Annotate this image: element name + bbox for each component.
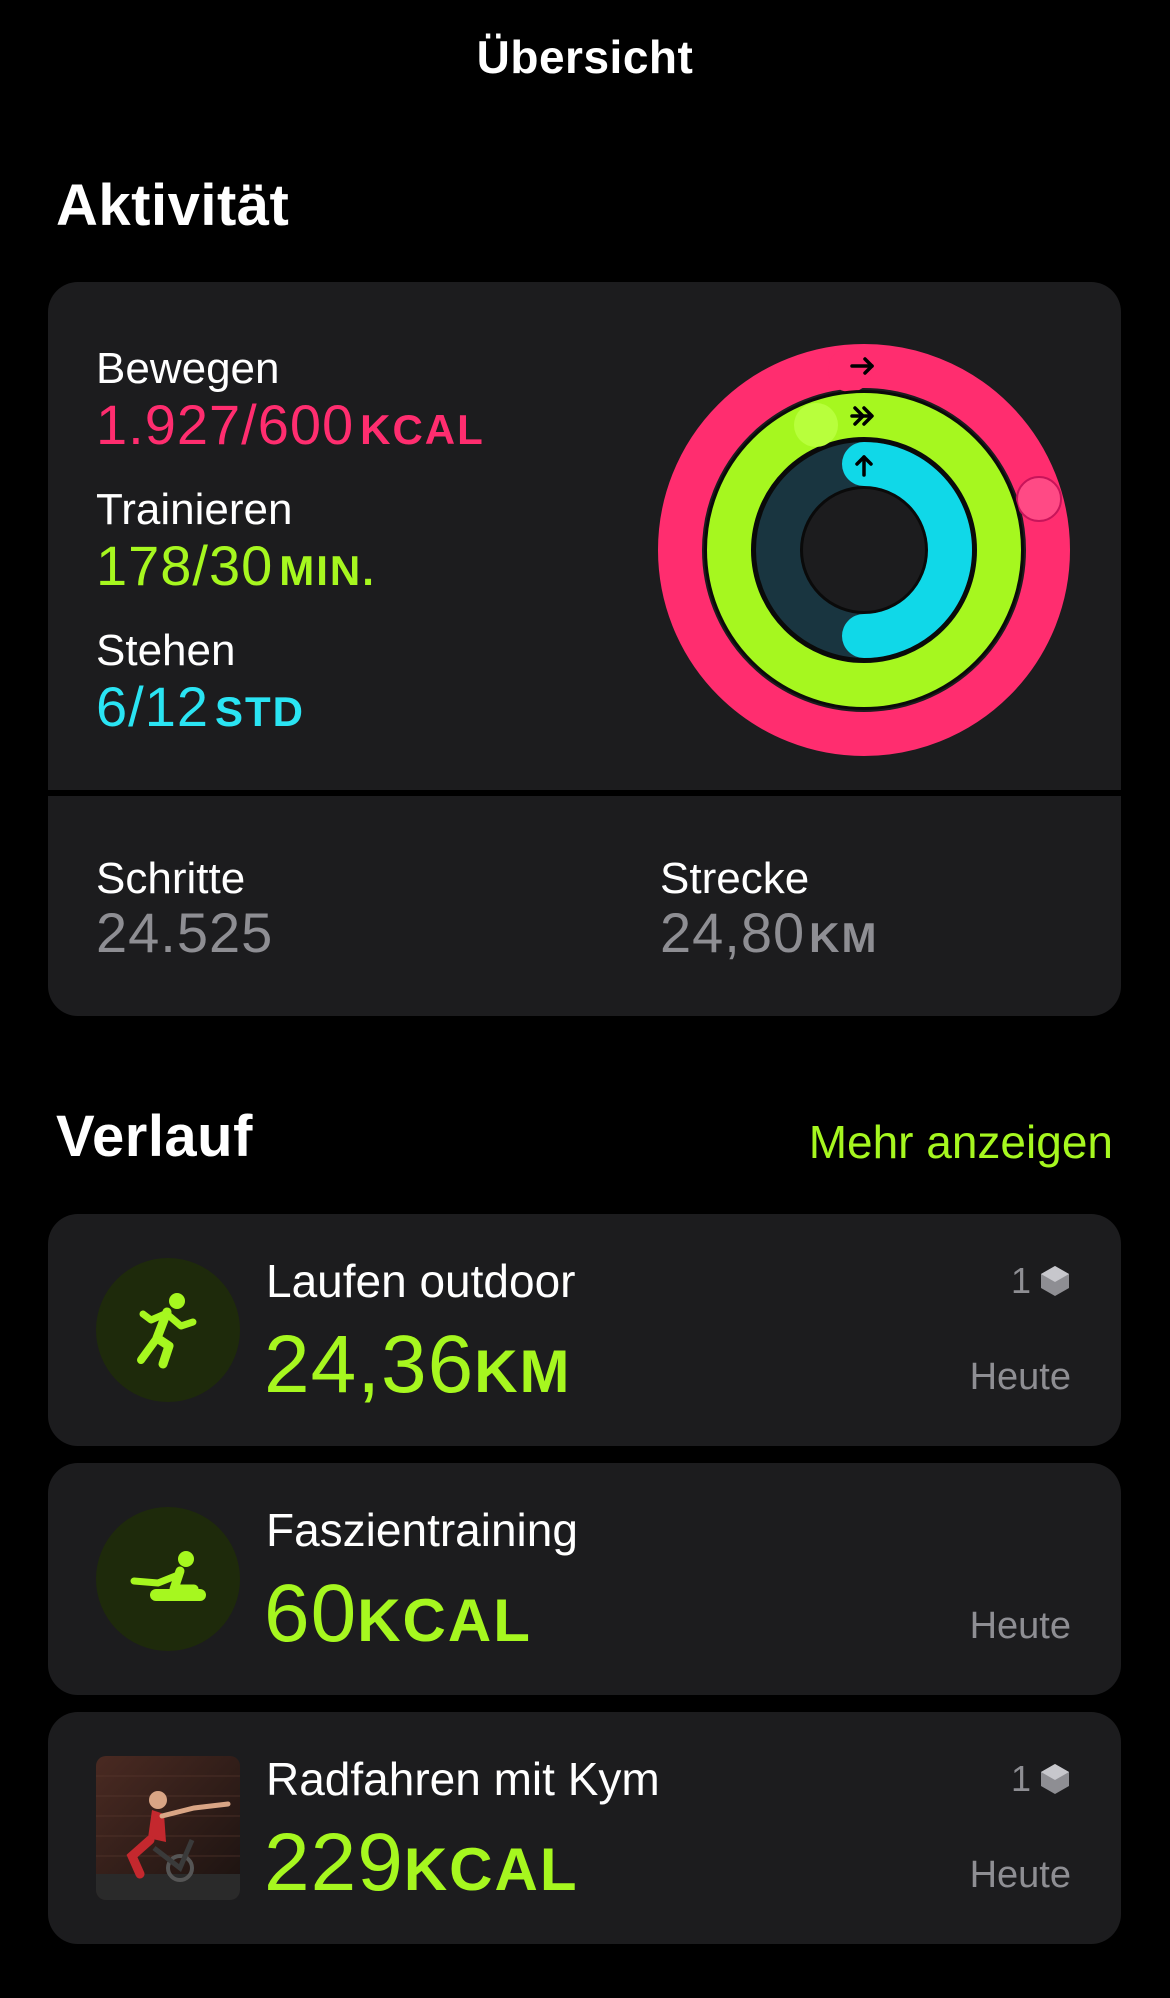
workout-item-running[interactable]: Laufen outdoor 24,36KM 1 Heute <box>48 1214 1121 1446</box>
stand-value-number: 6/12 <box>96 675 209 738</box>
workout-date: Heute <box>969 1854 1071 1896</box>
workout-value-unit: KCAL <box>403 1836 579 1903</box>
workout-value-unit: KM <box>474 1338 572 1405</box>
activity-card[interactable]: Bewegen 1.927/600 KCAL Trainieren 178/30 M… <box>48 282 1121 1016</box>
workout-value-unit: KCAL <box>357 1587 532 1654</box>
workout-value: 229KCAL <box>264 1816 578 1910</box>
workout-value-number: 60 <box>264 1568 358 1659</box>
activity-section-title: Aktivität <box>56 173 290 238</box>
card-divider <box>48 790 1121 796</box>
running-icon <box>96 1258 240 1402</box>
workout-name: Laufen outdoor <box>266 1255 576 1307</box>
achievement-hexagon-icon <box>1041 1266 1069 1296</box>
stand-value-unit: STD <box>215 688 305 735</box>
move-value-unit: KCAL <box>360 406 485 453</box>
workout-item-fascia[interactable]: Faszientraining 60KCAL Heute <box>48 1463 1121 1695</box>
workout-name: Radfahren mit Kym <box>266 1753 660 1805</box>
move-value-number: 1.927/600 <box>96 393 355 456</box>
move-label: Bewegen <box>96 344 280 393</box>
show-more-link[interactable]: Mehr anzeigen <box>809 1115 1113 1169</box>
workout-value: 60KCAL <box>264 1567 532 1661</box>
workout-date: Heute <box>969 1605 1071 1647</box>
workout-value-number: 24,36 <box>264 1319 475 1410</box>
fascia-training-icon <box>96 1507 240 1651</box>
move-ring-end <box>1016 476 1062 522</box>
move-ring-overlap <box>828 348 872 392</box>
workout-value: 24,36KM <box>264 1318 572 1412</box>
exercise-value-unit: MIN. <box>279 547 376 594</box>
distance-value: 24,80KM <box>660 900 878 965</box>
steps-label: Schritte <box>96 854 246 903</box>
cycling-thumbnail <box>96 1756 240 1900</box>
activity-rings <box>658 344 1070 756</box>
exercise-value-number: 178/30 <box>96 534 274 597</box>
distance-value-unit: KM <box>809 914 879 961</box>
workout-item-cycling[interactable]: Radfahren mit Kym 229KCAL 1 Heute <box>48 1712 1121 1944</box>
workout-name: Faszientraining <box>266 1504 578 1556</box>
history-section-title: Verlauf <box>56 1104 253 1169</box>
workout-date: Heute <box>969 1356 1071 1398</box>
achievement-badge: 1 <box>1011 1260 1071 1302</box>
exercise-ring-end <box>794 403 838 447</box>
distance-label: Strecke <box>660 854 810 903</box>
stand-value: 6/12 STD <box>96 674 305 739</box>
exercise-label: Trainieren <box>96 485 293 534</box>
steps-value: 24.525 <box>96 901 274 964</box>
exercise-value: 178/30 MIN. <box>96 533 376 598</box>
achievement-hexagon-icon <box>1041 1764 1069 1794</box>
achievement-count: 1 <box>1010 1260 1031 1301</box>
distance-value-number: 24,80 <box>660 901 806 964</box>
achievement-count: 1 <box>1010 1758 1031 1799</box>
page-title: Übersicht <box>476 31 694 83</box>
workout-value-number: 229 <box>264 1817 404 1908</box>
achievement-badge: 1 <box>1011 1758 1071 1800</box>
stand-label: Stehen <box>96 626 236 675</box>
move-value: 1.927/600 KCAL <box>96 392 485 457</box>
